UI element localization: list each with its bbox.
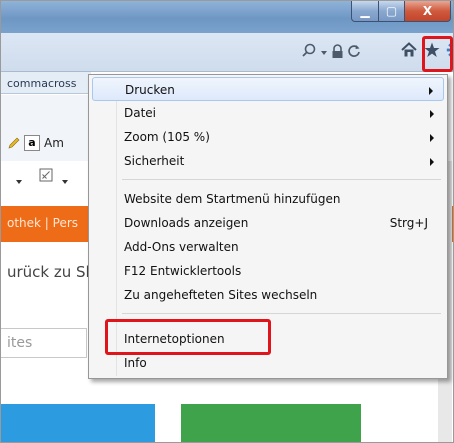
site-nav-text[interactable]: othek | Pers — [7, 216, 78, 230]
menu-item-label: Website dem Startmenü hinzufügen — [124, 192, 341, 206]
dropdown-arrow-icon[interactable] — [320, 46, 328, 61]
menu-item-label: Zu angehefteten Sites wechseln — [124, 288, 318, 302]
menu-item-drucken[interactable]: Drucken — [92, 77, 444, 101]
menu-item-add-to-start[interactable]: Website dem Startmenü hinzufügen — [92, 187, 444, 211]
dropdown-arrow-icon[interactable] — [15, 171, 23, 190]
submenu-arrow-icon — [430, 158, 434, 166]
feed-icon[interactable] — [39, 167, 53, 186]
pencil-icon[interactable] — [7, 135, 21, 154]
address-icons — [301, 43, 361, 63]
internet-options-highlight — [105, 319, 271, 355]
menu-item-label: Drucken — [125, 83, 175, 97]
submenu-arrow-icon — [430, 110, 434, 118]
menu-item-label: Add-Ons verwalten — [124, 240, 239, 254]
amazon-label[interactable]: Am — [44, 136, 64, 150]
menu-item-label: Info — [124, 356, 147, 370]
maximize-button[interactable]: ▢ — [379, 1, 405, 22]
menu-separator — [122, 179, 441, 180]
command-bar: a Am — [1, 95, 91, 184]
green-tile[interactable] — [181, 404, 361, 442]
menu-item-pinned-sites[interactable]: Zu angehefteten Sites wechseln — [92, 283, 444, 307]
home-icon[interactable] — [400, 41, 418, 63]
tools-highlight — [422, 36, 453, 72]
menu-item-label: Downloads anzeigen — [124, 216, 249, 230]
dropdown-arrow-icon[interactable] — [61, 171, 69, 190]
close-button[interactable]: X — [405, 1, 451, 22]
menu-item-addons[interactable]: Add-Ons verwalten — [92, 235, 444, 259]
site-search-input[interactable]: ites — [1, 328, 87, 358]
search-icon[interactable] — [301, 43, 317, 63]
menu-item-label: Zoom (105 %) — [124, 130, 210, 144]
submenu-arrow-icon — [429, 87, 433, 95]
amazon-icon[interactable]: a — [24, 135, 40, 151]
submenu-arrow-icon — [430, 134, 434, 142]
menu-item-shortcut: Strg+J — [389, 216, 428, 230]
lock-icon[interactable] — [331, 43, 344, 63]
menu-item-label: Sicherheit — [124, 154, 185, 168]
favorites-bar: commacross — [1, 72, 91, 94]
blue-tile[interactable] — [1, 404, 155, 442]
title-bar: ▁ ▢ X — [1, 1, 453, 33]
menu-item-label: Datei — [124, 106, 157, 120]
menu-item-f12-tools[interactable]: F12 Entwicklertools — [92, 259, 444, 283]
menu-item-label: F12 Entwicklertools — [124, 264, 242, 278]
menu-item-zoom[interactable]: Zoom (105 %) — [92, 125, 444, 149]
menu-item-sicherheit[interactable]: Sicherheit — [92, 149, 444, 173]
menu-item-datei[interactable]: Datei — [92, 101, 444, 125]
favorites-text[interactable]: commacross — [7, 77, 76, 90]
minimize-button[interactable]: ▁ — [351, 1, 379, 22]
menu-item-downloads[interactable]: Downloads anzeigen Strg+J — [92, 211, 444, 235]
menu-separator — [122, 313, 441, 314]
caption-buttons: ▁ ▢ X — [351, 1, 451, 23]
back-link[interactable]: urück zu Sl — [7, 263, 90, 281]
refresh-icon[interactable] — [347, 44, 361, 62]
browser-window: ▁ ▢ X commacross a Am othek | Pers urück… — [0, 0, 454, 443]
address-bar — [1, 33, 453, 72]
